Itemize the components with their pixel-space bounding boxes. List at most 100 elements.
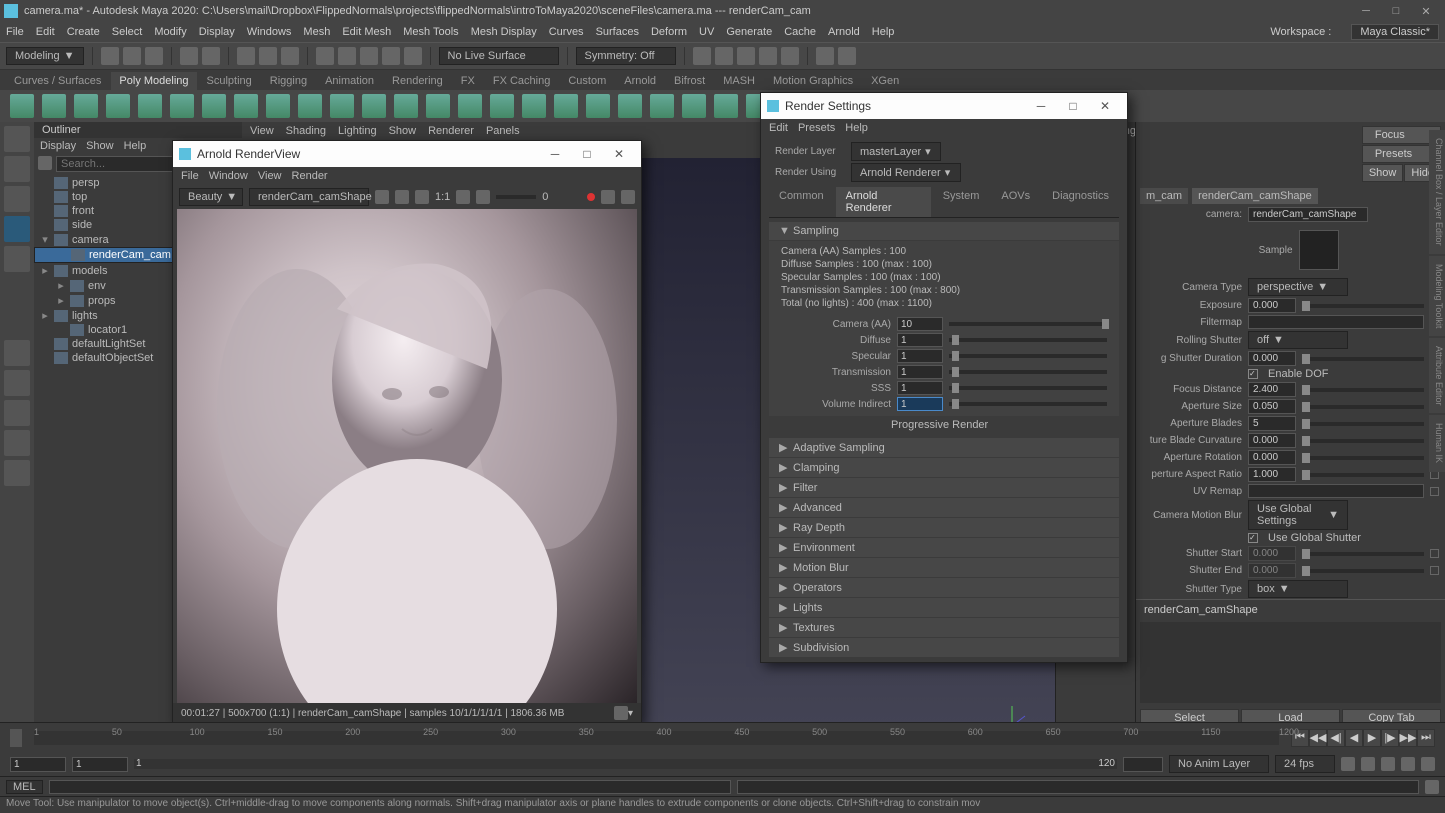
attr-aperture-rotation-slider[interactable] [1302,456,1424,460]
vp-menu-renderer[interactable]: Renderer [428,125,474,137]
sampling-volume-indirect-slider[interactable] [949,402,1107,406]
shelf-item-icon[interactable] [586,94,610,118]
attr-shutter-type-select[interactable]: box▼ [1248,580,1348,598]
attr-aperture-size-slider[interactable] [1302,405,1424,409]
range-out-input[interactable] [1123,757,1163,772]
rs-menu-presets[interactable]: Presets [798,122,835,134]
play-fwd-button[interactable]: ▶ [1363,729,1381,747]
menu-windows[interactable]: Windows [247,26,292,38]
menu-mesh[interactable]: Mesh [303,26,330,38]
render-icon[interactable] [715,47,733,65]
timeline-track[interactable]: 1501001502002503003504004505005506006507… [34,731,1279,745]
attr-shutter-end-map-icon[interactable] [1430,566,1439,575]
attr-filtermap-input[interactable] [1248,315,1424,329]
rs-section-operators[interactable]: ▶Operators [769,578,1119,597]
shelf-item-icon[interactable] [298,94,322,118]
arv-close-button[interactable]: ✕ [603,147,635,161]
shelf-item-icon[interactable] [42,94,66,118]
menu-uv[interactable]: UV [699,26,714,38]
shelf-item-icon[interactable] [650,94,674,118]
shelf-tab-sculpting[interactable]: Sculpting [199,72,260,90]
outliner-menu-help[interactable]: Help [124,140,147,152]
vp-menu-view[interactable]: View [250,125,274,137]
arv-dropdown-icon[interactable]: ▾ [628,708,633,719]
snap-live-icon[interactable] [404,47,422,65]
open-scene-icon[interactable] [123,47,141,65]
window-maximize-button[interactable]: □ [1381,1,1411,21]
expand-icon[interactable]: ▸ [56,294,66,307]
sampling-diffuse-slider[interactable] [949,338,1107,342]
step-fwd-button[interactable]: ▶▶ [1399,729,1417,747]
menu-cache[interactable]: Cache [784,26,816,38]
shelf-item-icon[interactable] [426,94,450,118]
snap-grid-icon[interactable] [316,47,334,65]
rotate-tool-icon[interactable] [4,216,30,242]
attr-g-shutter-duration-input[interactable] [1248,351,1296,366]
arv-menu-file[interactable]: File [181,170,199,182]
arv-crop-icon[interactable] [476,190,490,204]
rs-tab-system[interactable]: System [933,187,990,217]
shelf-item-icon[interactable] [682,94,706,118]
arv-menu-window[interactable]: Window [209,170,248,182]
rs-section-clamping[interactable]: ▶Clamping [769,458,1119,477]
sampling-specular-slider[interactable] [949,354,1107,358]
sample-swatch-icon[interactable] [1299,230,1339,270]
rs-maximize-button[interactable]: □ [1057,99,1089,113]
shelf-tab-curves-surfaces[interactable]: Curves / Surfaces [6,72,109,90]
menu-display[interactable]: Display [199,26,235,38]
paint-select-icon[interactable] [281,47,299,65]
shelf-item-icon[interactable] [202,94,226,118]
sampling-sss-slider[interactable] [949,386,1107,390]
rs-tab-common[interactable]: Common [769,187,834,217]
arv-exposure-slider[interactable] [496,195,536,199]
arv-save-icon[interactable] [601,190,615,204]
shelf-tab-mash[interactable]: MASH [715,72,763,90]
key-icon[interactable] [1401,757,1415,771]
range-slider[interactable]: 1120 [134,759,1117,769]
attr-ture-blade-curvature-input[interactable] [1248,433,1296,448]
playback-pause-icon[interactable] [838,47,856,65]
attr-shutter-start-slider[interactable] [1302,552,1424,556]
layout-two-v-icon[interactable] [4,430,30,456]
shelf-item-icon[interactable] [490,94,514,118]
fps-select[interactable]: 24 fps [1275,755,1335,773]
arv-render-image[interactable] [177,209,637,703]
attr-aperture-blades-input[interactable] [1248,416,1296,431]
menu-mesh-tools[interactable]: Mesh Tools [403,26,458,38]
range-in-input[interactable] [72,757,128,772]
vp-menu-shading[interactable]: Shading [286,125,326,137]
attr-aperture-size-input[interactable] [1248,399,1296,414]
render-using-select[interactable]: Arnold Renderer▾ [851,163,961,182]
attr-uv-remap-input[interactable] [1248,484,1424,498]
shelf-tab-rigging[interactable]: Rigging [262,72,315,90]
shelf-tab-fx-caching[interactable]: FX Caching [485,72,558,90]
mode-select[interactable]: Modeling▼ [6,47,84,65]
arv-minimize-button[interactable]: ─ [539,147,571,161]
arv-stop-icon[interactable] [395,190,409,204]
menu-create[interactable]: Create [67,26,100,38]
render-layer-select[interactable]: masterLayer▾ [851,142,941,161]
arv-gear-icon[interactable] [621,190,635,204]
shelf-tab-arnold[interactable]: Arnold [616,72,664,90]
menu-edit[interactable]: Edit [36,26,55,38]
menu-select[interactable]: Select [112,26,143,38]
layout-four-icon[interactable] [4,370,30,396]
prefs-icon[interactable] [1421,757,1435,771]
sampling-specular-input[interactable] [897,349,943,363]
side-tab-attribute-editor[interactable]: Attribute Editor [1429,338,1445,414]
timeline-handle-icon[interactable] [10,729,22,747]
shelf-item-icon[interactable] [554,94,578,118]
side-tab-channel-box-layer-editor[interactable]: Channel Box / Layer Editor [1429,130,1445,254]
attr-aperture-rotation-input[interactable] [1248,450,1296,465]
setkey-icon[interactable] [1361,757,1375,771]
rs-tab-arnold-renderer[interactable]: Arnold Renderer [836,187,931,217]
menu-surfaces[interactable]: Surfaces [596,26,639,38]
rs-tab-aovs[interactable]: AOVs [991,187,1040,217]
play-back-button[interactable]: ◀ [1345,729,1363,747]
sampling-transmission-input[interactable] [897,365,943,379]
menu-help[interactable]: Help [872,26,895,38]
anim-layer-select[interactable]: No Anim Layer [1169,755,1269,773]
new-scene-icon[interactable] [101,47,119,65]
arv-refresh-icon[interactable] [375,190,389,204]
attr-tab-rendercam_camshape[interactable]: renderCam_camShape [1192,188,1318,204]
